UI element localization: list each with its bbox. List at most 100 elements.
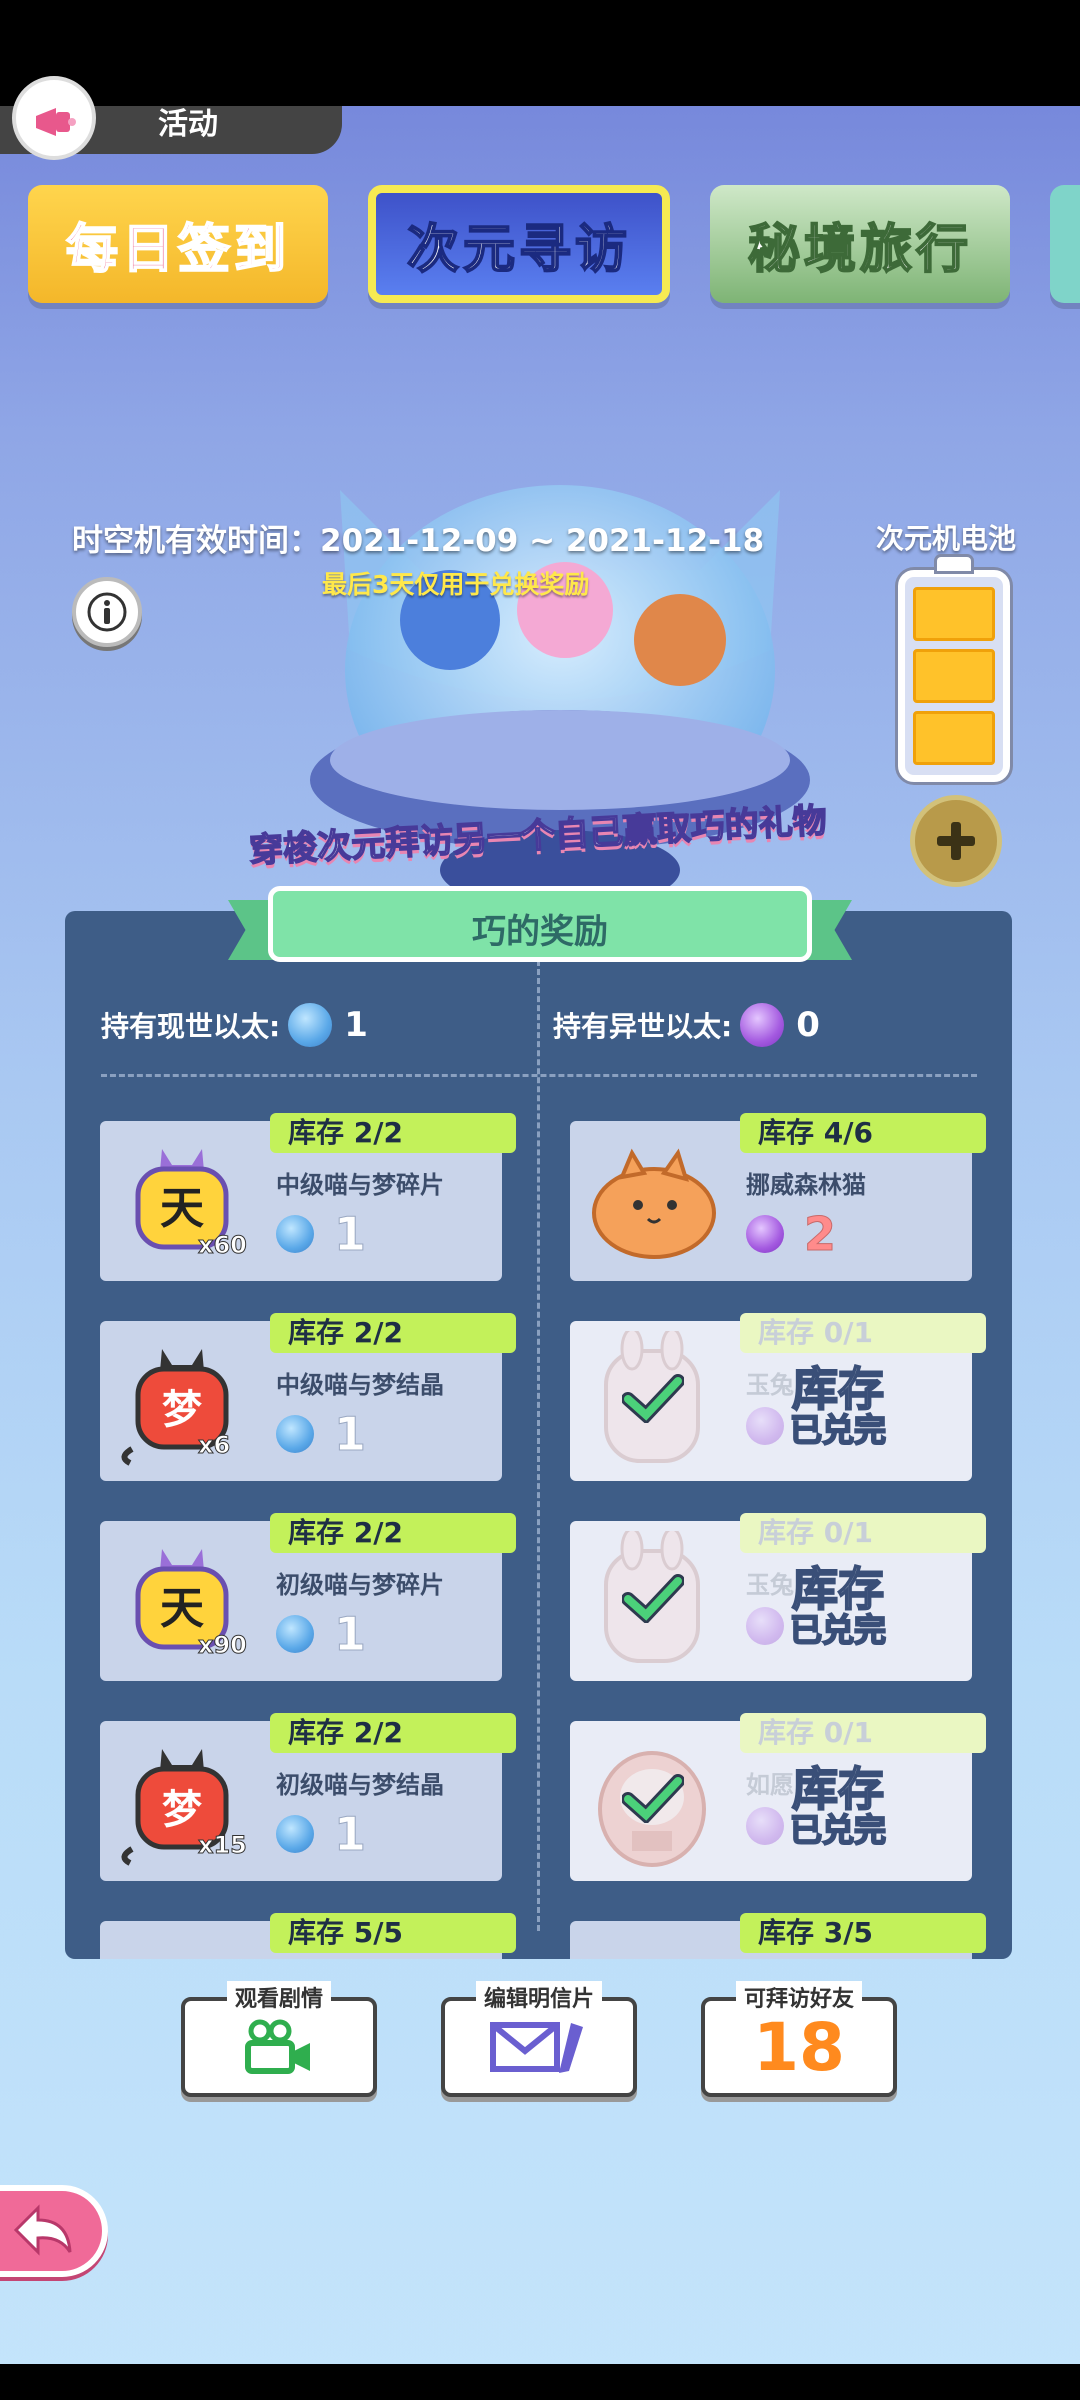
reward-price bbox=[746, 1407, 784, 1445]
reward-price bbox=[746, 1607, 784, 1645]
back-button[interactable] bbox=[0, 2185, 108, 2277]
reward-item[interactable]: 库存 5/5 bbox=[100, 1913, 516, 1959]
other-ether-count: 0 bbox=[796, 1005, 820, 1045]
reward-name: 初级喵与梦结晶 bbox=[276, 1771, 444, 1799]
other-ether-orb-icon bbox=[746, 1407, 784, 1445]
plus-icon bbox=[937, 822, 975, 860]
video-camera-icon bbox=[245, 2019, 310, 2074]
info-icon bbox=[87, 592, 127, 632]
reward-item[interactable]: 天 x60 库存 2/2 中级喵与梦碎片 1 bbox=[100, 1113, 516, 1281]
sold-out-label: 库存 已兑完 bbox=[789, 1562, 887, 1649]
real-ether-orb-icon bbox=[276, 1615, 314, 1653]
reward-name: 初级喵与梦碎片 bbox=[276, 1571, 444, 1599]
other-ether-orb-icon bbox=[746, 1215, 784, 1253]
info-button[interactable] bbox=[72, 577, 142, 647]
event-card-secret-travel[interactable]: 秘境旅行 bbox=[710, 185, 1010, 303]
event-card-label: 每日签到 bbox=[65, 219, 290, 281]
stock-badge: 库存 2/2 bbox=[270, 1513, 516, 1553]
panel-title-ribbon: 巧的奖励 bbox=[228, 880, 852, 976]
stock-badge: 库存 5/5 bbox=[270, 1913, 516, 1953]
other-ether-label: 持有异世以太: bbox=[553, 1010, 733, 1043]
megaphone-icon bbox=[12, 76, 96, 160]
reward-name: 如愿 bbox=[746, 1771, 794, 1799]
edit-postcard-button[interactable]: 编辑明信片 bbox=[441, 1981, 637, 2097]
reward-quantity: x90 bbox=[198, 1631, 248, 1660]
watch-story-label: 观看剧情 bbox=[226, 1981, 332, 2013]
add-battery-button[interactable] bbox=[910, 795, 1002, 887]
reward-quantity: x60 bbox=[198, 1231, 248, 1260]
panel-title: 巧的奖励 bbox=[472, 911, 608, 952]
battery-cell bbox=[913, 587, 995, 641]
reward-item[interactable]: 库存 3/5 bbox=[570, 1913, 986, 1959]
svg-text:梦: 梦 bbox=[162, 1787, 202, 1833]
reward-item[interactable]: 天 x90 库存 2/2 初级喵与梦碎片 1 bbox=[100, 1513, 516, 1681]
battery-cell bbox=[913, 649, 995, 703]
stock-badge: 库存 3/5 bbox=[740, 1913, 986, 1953]
reward-price: 1 bbox=[276, 1607, 367, 1662]
real-ether-orb-icon bbox=[276, 1815, 314, 1853]
visitable-friends-count: 18 bbox=[753, 2008, 845, 2086]
battery-label: 次元机电池 bbox=[876, 522, 1017, 555]
battery-meter bbox=[898, 557, 1010, 782]
real-ether-balance: 持有现世以太: 1 bbox=[101, 1003, 368, 1047]
header-divider bbox=[101, 1074, 977, 1077]
other-ether-orb-icon bbox=[746, 1607, 784, 1645]
reward-item[interactable]: 库存 4/6 挪威森林猫 2 bbox=[570, 1113, 986, 1281]
back-arrow-icon bbox=[13, 2204, 72, 2256]
checkmark-icon bbox=[622, 1774, 684, 1823]
real-ether-label: 持有现世以太: bbox=[101, 1010, 281, 1043]
activity-label: 活动 bbox=[158, 107, 218, 142]
stock-badge: 库存 2/2 bbox=[270, 1713, 516, 1753]
reward-item-sold-out: 库存 0/1 玉兔 库存 已兑完 bbox=[570, 1313, 986, 1481]
event-card-daily-signin[interactable]: 每日签到 bbox=[28, 185, 328, 303]
activity-header[interactable]: 活动 bbox=[0, 76, 342, 160]
other-ether-orb-icon bbox=[746, 1807, 784, 1845]
watch-story-button[interactable]: 观看剧情 bbox=[181, 1981, 377, 2097]
battery-cell bbox=[913, 711, 995, 765]
visitable-friends-button[interactable]: 可拜访好友 18 bbox=[701, 1981, 897, 2097]
reward-name: 玉兔 bbox=[746, 1371, 794, 1399]
orange-cat-icon bbox=[592, 1148, 716, 1259]
reward-item-sold-out: 库存 0/1 玉兔 库存 已兑完 bbox=[570, 1513, 986, 1681]
stock-badge: 库存 4/6 bbox=[740, 1113, 986, 1153]
edit-postcard-label: 编辑明信片 bbox=[475, 1981, 603, 2013]
real-ether-orb-icon bbox=[276, 1215, 314, 1253]
reward-quantity: x6 bbox=[197, 1431, 231, 1460]
event-card-dimension-visit[interactable]: 次元寻访 bbox=[368, 185, 670, 303]
stock-badge: 库存 0/1 bbox=[740, 1313, 986, 1353]
reward-item[interactable]: 梦 x6 库存 2/2 中级喵与梦结晶 1 bbox=[100, 1313, 516, 1481]
status-bar bbox=[0, 0, 1080, 106]
reward-name: 挪威森林猫 bbox=[746, 1171, 866, 1199]
checkmark-icon bbox=[622, 1374, 684, 1423]
column-divider bbox=[537, 951, 540, 1931]
real-ether-orb-icon bbox=[288, 1003, 333, 1047]
reward-price: 1 bbox=[276, 1207, 367, 1262]
svg-text:天: 天 bbox=[160, 1183, 204, 1234]
other-ether-orb-icon bbox=[740, 1003, 785, 1047]
svg-text:梦: 梦 bbox=[162, 1387, 202, 1433]
real-ether-count: 1 bbox=[344, 1005, 368, 1045]
svg-text:天: 天 bbox=[160, 1583, 204, 1634]
reward-price: 2 bbox=[746, 1207, 837, 1262]
mail-pencil-icon bbox=[490, 2022, 583, 2073]
reward-price: 1 bbox=[276, 1407, 367, 1462]
exchange-only-note: 最后3天仅用于兑换奖励 bbox=[322, 570, 590, 599]
visitable-friends-label: 可拜访好友 bbox=[735, 1981, 863, 2013]
real-ether-orb-icon bbox=[276, 1415, 314, 1453]
event-card-label: 秘境旅行 bbox=[747, 219, 972, 281]
sold-out-label: 库存 已兑完 bbox=[789, 1362, 887, 1449]
event-card-next[interactable] bbox=[1050, 185, 1080, 303]
reward-panel: 持有现世以太: 1 持有异世以太: 0 天 x60 库存 2/2 中级喵与梦碎片… bbox=[65, 911, 1012, 1959]
other-ether-balance: 持有异世以太: 0 bbox=[553, 1003, 820, 1047]
reward-name: 中级喵与梦结晶 bbox=[276, 1371, 444, 1399]
event-card-label: 次元寻访 bbox=[406, 219, 631, 281]
reward-item[interactable]: 梦 x15 库存 2/2 初级喵与梦结晶 1 bbox=[100, 1713, 516, 1881]
stock-badge: 库存 0/1 bbox=[740, 1713, 986, 1753]
red-cat-shirt-icon: 梦 bbox=[121, 1349, 229, 1466]
stock-badge: 库存 0/1 bbox=[740, 1513, 986, 1553]
reward-name: 玉兔 bbox=[746, 1571, 794, 1599]
reward-name: 中级喵与梦碎片 bbox=[276, 1171, 444, 1199]
sold-out-label: 库存 已兑完 bbox=[789, 1762, 887, 1849]
stock-badge: 库存 2/2 bbox=[270, 1313, 516, 1353]
reward-price bbox=[746, 1807, 784, 1845]
